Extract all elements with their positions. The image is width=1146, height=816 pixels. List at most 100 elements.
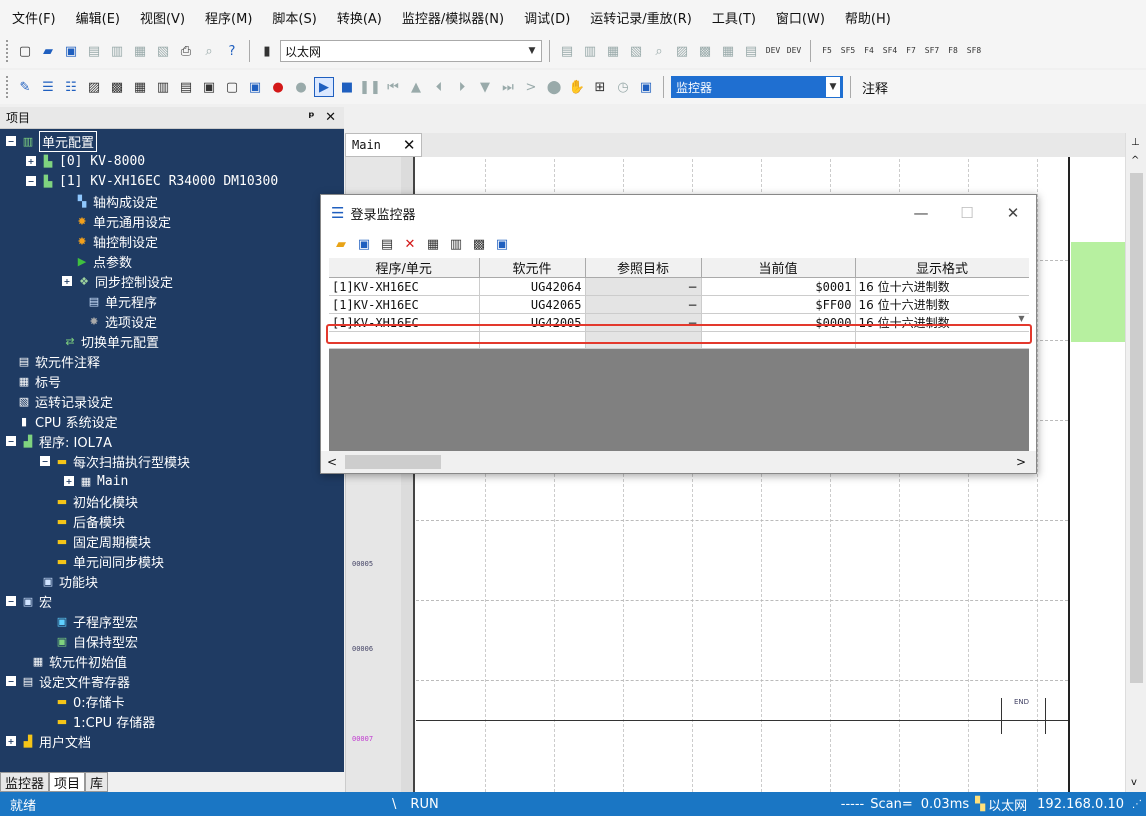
simulator-icon[interactable]: ▣ [199,77,219,97]
table-row[interactable]: [1]KV-XH16EC UG42065 − $FF00 16 位十六进制数 [329,295,1029,314]
delete-icon[interactable]: ✕ [400,234,420,254]
save-all-icon[interactable]: ▤ [84,41,104,61]
device-cell[interactable]: UG42065 [479,295,586,314]
horizontal-scrollbar[interactable]: < > [321,451,1036,473]
scroll-thumb[interactable] [345,455,441,469]
tree-node-unit-program[interactable]: ▤ 单元程序 [0,291,344,311]
tree-node-kvxh16ec[interactable]: − ▙ [1] KV-XH16EC R34000 DM10300 [0,171,344,191]
scroll-up-icon[interactable]: ^ [1131,155,1139,166]
dev-icon-2[interactable]: DEV [785,41,803,61]
tree-node-user-docs[interactable]: + ▟ 用户文档 [0,731,344,751]
value-cell[interactable]: $FF00 [701,295,856,314]
chart-icon[interactable]: ▩ [107,77,127,97]
tree-node-memory-card[interactable]: ▬ 0:存储卡 [0,691,344,711]
tab-library[interactable]: 库 [85,772,109,792]
next-icon[interactable]: > [521,77,541,97]
expand-icon[interactable]: + [26,156,36,166]
tree-node-device-comments[interactable]: ▤ 软元件注释 [0,351,344,371]
transfer-monitor-icon[interactable]: ▤ [176,77,196,97]
tree-node-options[interactable]: ✸ 选项设定 [0,311,344,331]
scroll-down-icon[interactable]: v [1131,777,1137,788]
format-cell[interactable]: 16 位十六进制数 [855,277,1029,296]
record-icon[interactable]: ● [268,77,288,97]
menu-program[interactable]: 程序(M) [205,8,252,27]
close-button[interactable]: ✕ [990,204,1036,222]
menu-convert[interactable]: 转换(A) [337,8,382,27]
edit-mode-icon[interactable]: ✎ [15,77,35,97]
expand-icon[interactable]: + [62,276,72,286]
f4-contact-icon[interactable]: F4 [860,41,878,61]
menu-tools[interactable]: 工具(T) [712,8,756,27]
f7-coil-icon[interactable]: F7 [902,41,920,61]
tree-node-program[interactable]: − ▟ 程序: IOL7A [0,431,344,451]
simulator-2-icon[interactable]: ▢ [222,77,242,97]
verify-icon[interactable]: ▦ [603,41,623,61]
tree-node-subroutine-macro[interactable]: ▣ 子程序型宏 [0,611,344,631]
down-icon[interactable]: ▼ [475,77,495,97]
batch-register-icon[interactable]: ▩ [469,234,489,254]
read-plc-icon[interactable]: ▤ [557,41,577,61]
tree-node-axis-config[interactable]: ▚ 轴构成设定 [0,191,344,211]
chevron-down-icon[interactable]: ▼ [1018,314,1024,323]
scroll-right-icon[interactable]: > [1016,455,1026,469]
scan-icon[interactable]: ▣ [636,77,656,97]
record-disabled-icon[interactable]: ● [291,77,311,97]
expand-icon[interactable]: + [64,476,74,486]
minimize-button[interactable]: — [898,204,944,222]
menu-file[interactable]: 文件(F) [12,8,56,27]
monitor-edit-icon[interactable]: ▨ [84,77,104,97]
tree-node-scan-module[interactable]: − ▬ 每次扫描执行型模块 [0,451,344,471]
column-header[interactable]: 程序/单元 [329,258,480,278]
resize-grip-icon[interactable]: ⋰ [1132,799,1142,810]
f5-contact-icon[interactable]: F5 [818,41,836,61]
write-plc-icon[interactable]: ▥ [580,41,600,61]
tree-node-unit-common[interactable]: ✸ 单元通用设定 [0,211,344,231]
connect-icon[interactable]: ▣ [245,77,265,97]
tree-node-sync-control[interactable]: + ❖ 同步控制设定 [0,271,344,291]
format-cell[interactable]: 16 位十六进制数 [855,295,1029,314]
trace-icon[interactable]: ⊞ [590,77,610,97]
play-icon[interactable]: ▶ [314,77,334,97]
tree-node-cpu-settings[interactable]: ▮ CPU 系统设定 [0,411,344,431]
unit-cell[interactable]: [1]KV-XH16EC [329,295,480,314]
tree-node-macro[interactable]: − ▣ 宏 [0,591,344,611]
tree-node-cpu-memory[interactable]: ▬ 1:CPU 存储器 [0,711,344,731]
timer-icon[interactable]: ◷ [613,77,633,97]
collapse-icon[interactable]: − [6,676,16,686]
cross-ref-icon[interactable]: ▩ [695,41,715,61]
expand-icon[interactable]: + [6,736,16,746]
f8-icon[interactable]: F8 [944,41,962,61]
split-icon[interactable]: ⊥ [1131,137,1140,148]
tree-node-axis-control[interactable]: ✸ 轴控制设定 [0,231,344,251]
device-cell[interactable]: UG42064 [479,277,586,296]
chevron-down-icon[interactable]: ▼ [826,77,840,97]
save-icon[interactable]: ▣ [354,234,374,254]
usage-icon[interactable]: ▤ [741,41,761,61]
compare-icon[interactable]: ▦ [130,41,150,61]
comment-toggle[interactable]: 注释 [862,78,888,97]
help-icon[interactable]: ? [222,41,242,61]
settings-icon[interactable]: ▣ [492,234,512,254]
print-preview-icon[interactable]: ▧ [153,41,173,61]
close-icon[interactable]: ✕ [403,136,416,154]
open-folder-icon[interactable]: ▰ [38,41,58,61]
tree-node-init-module[interactable]: ▬ 初始化模块 [0,491,344,511]
sf8-icon[interactable]: SF8 [965,41,983,61]
pin-icon[interactable]: ᵖ [308,110,314,125]
tree-node-labels[interactable]: ▦ 标号 [0,371,344,391]
tree-node-function-block[interactable]: ▣ 功能块 [0,571,344,591]
preview-icon[interactable]: ⌕ [199,41,219,61]
toolbar-grip[interactable] [6,76,10,98]
column-header[interactable]: 软元件 [479,258,586,278]
hand-icon[interactable]: ✋ [567,77,587,97]
tab-main[interactable]: Main ✕ [345,133,423,157]
menu-edit[interactable]: 编辑(E) [76,8,120,27]
insert-row-icon[interactable]: ▦ [423,234,443,254]
value-cell[interactable]: $0001 [701,277,856,296]
tree-node-switch-unit-config[interactable]: ⇄ 切换单元配置 [0,331,344,351]
pause-icon[interactable]: ❚❚ [359,77,381,97]
menu-view[interactable]: 视图(V) [140,8,185,27]
tree-node-fixed-cycle-module[interactable]: ▬ 固定周期模块 [0,531,344,551]
toolbar-grip[interactable] [6,40,10,62]
tree-node-record-settings[interactable]: ▧ 运转记录设定 [0,391,344,411]
